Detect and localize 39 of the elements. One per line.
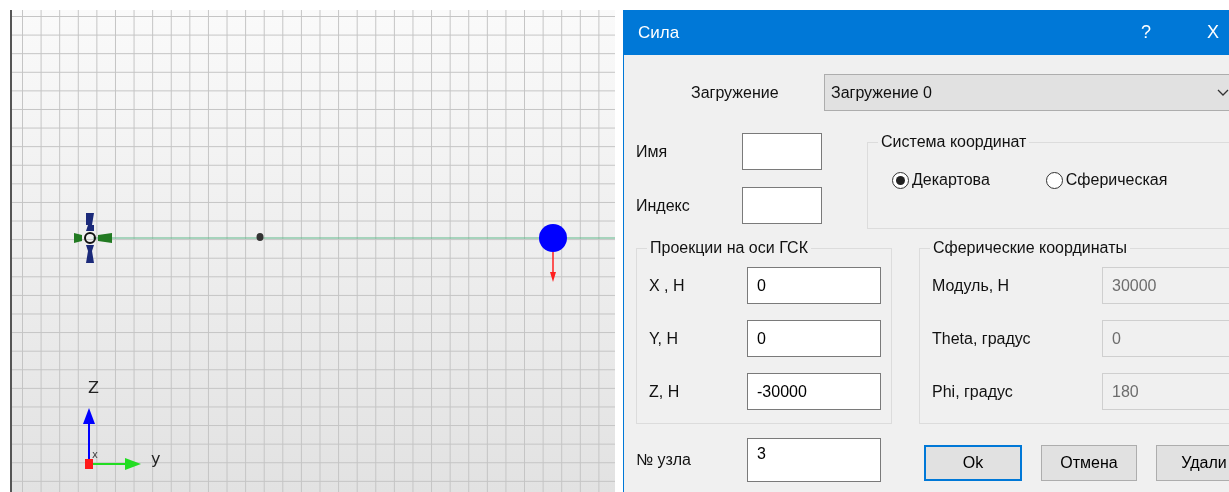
chevron-down-icon [1217, 88, 1229, 97]
field-label: X , H [649, 276, 686, 295]
value-field[interactable]: 0 [747, 267, 881, 304]
field-label: Загружение [691, 83, 780, 102]
field-label: Индекс [636, 196, 691, 215]
field-label: Имя [636, 142, 669, 161]
close-button[interactable]: X [1201, 22, 1225, 43]
node-circle [539, 224, 567, 252]
dialog-title: Сила [638, 22, 681, 43]
value-field[interactable]: -30000 [747, 373, 881, 410]
field-label: Модуль, Н [932, 276, 1011, 295]
field-label: Theta, градус [932, 329, 1032, 348]
origin-marker [85, 459, 93, 469]
force-arrow [550, 251, 556, 282]
axis-label: x [92, 449, 98, 460]
node-dot [256, 233, 264, 241]
name-field[interactable] [742, 133, 822, 170]
index-field[interactable] [742, 187, 822, 224]
field-label: Z, H [649, 382, 681, 401]
radio-option[interactable]: Декартова [892, 171, 990, 189]
group-title: Проекции на оси ГСК [649, 239, 809, 257]
axis-label: Z [88, 378, 99, 397]
node-number-field[interactable]: 3 [747, 438, 881, 482]
y-axis-arrow [90, 458, 141, 470]
field-label: Phi, градус [932, 382, 1014, 401]
axis-label: y [151, 449, 161, 468]
value-field[interactable]: 0 [747, 320, 881, 357]
model-viewport[interactable]: Z x y [10, 10, 615, 492]
help-button[interactable]: ? [1134, 22, 1157, 43]
load-case-dropdown[interactable]: Загружение 0 [824, 74, 1229, 111]
field-label: № узла [636, 451, 692, 469]
field-label: Y, H [649, 329, 680, 348]
support-icon [74, 213, 112, 263]
radio-option[interactable]: Сферическая [1045, 171, 1168, 189]
group-title: Система координат [880, 133, 1028, 151]
dialog-button[interactable]: Ok [924, 445, 1022, 481]
dialog-button[interactable]: Удали [1156, 445, 1229, 481]
group-title: Сферические координаты [932, 239, 1128, 257]
dialog-button[interactable]: Отмена [1041, 445, 1137, 481]
